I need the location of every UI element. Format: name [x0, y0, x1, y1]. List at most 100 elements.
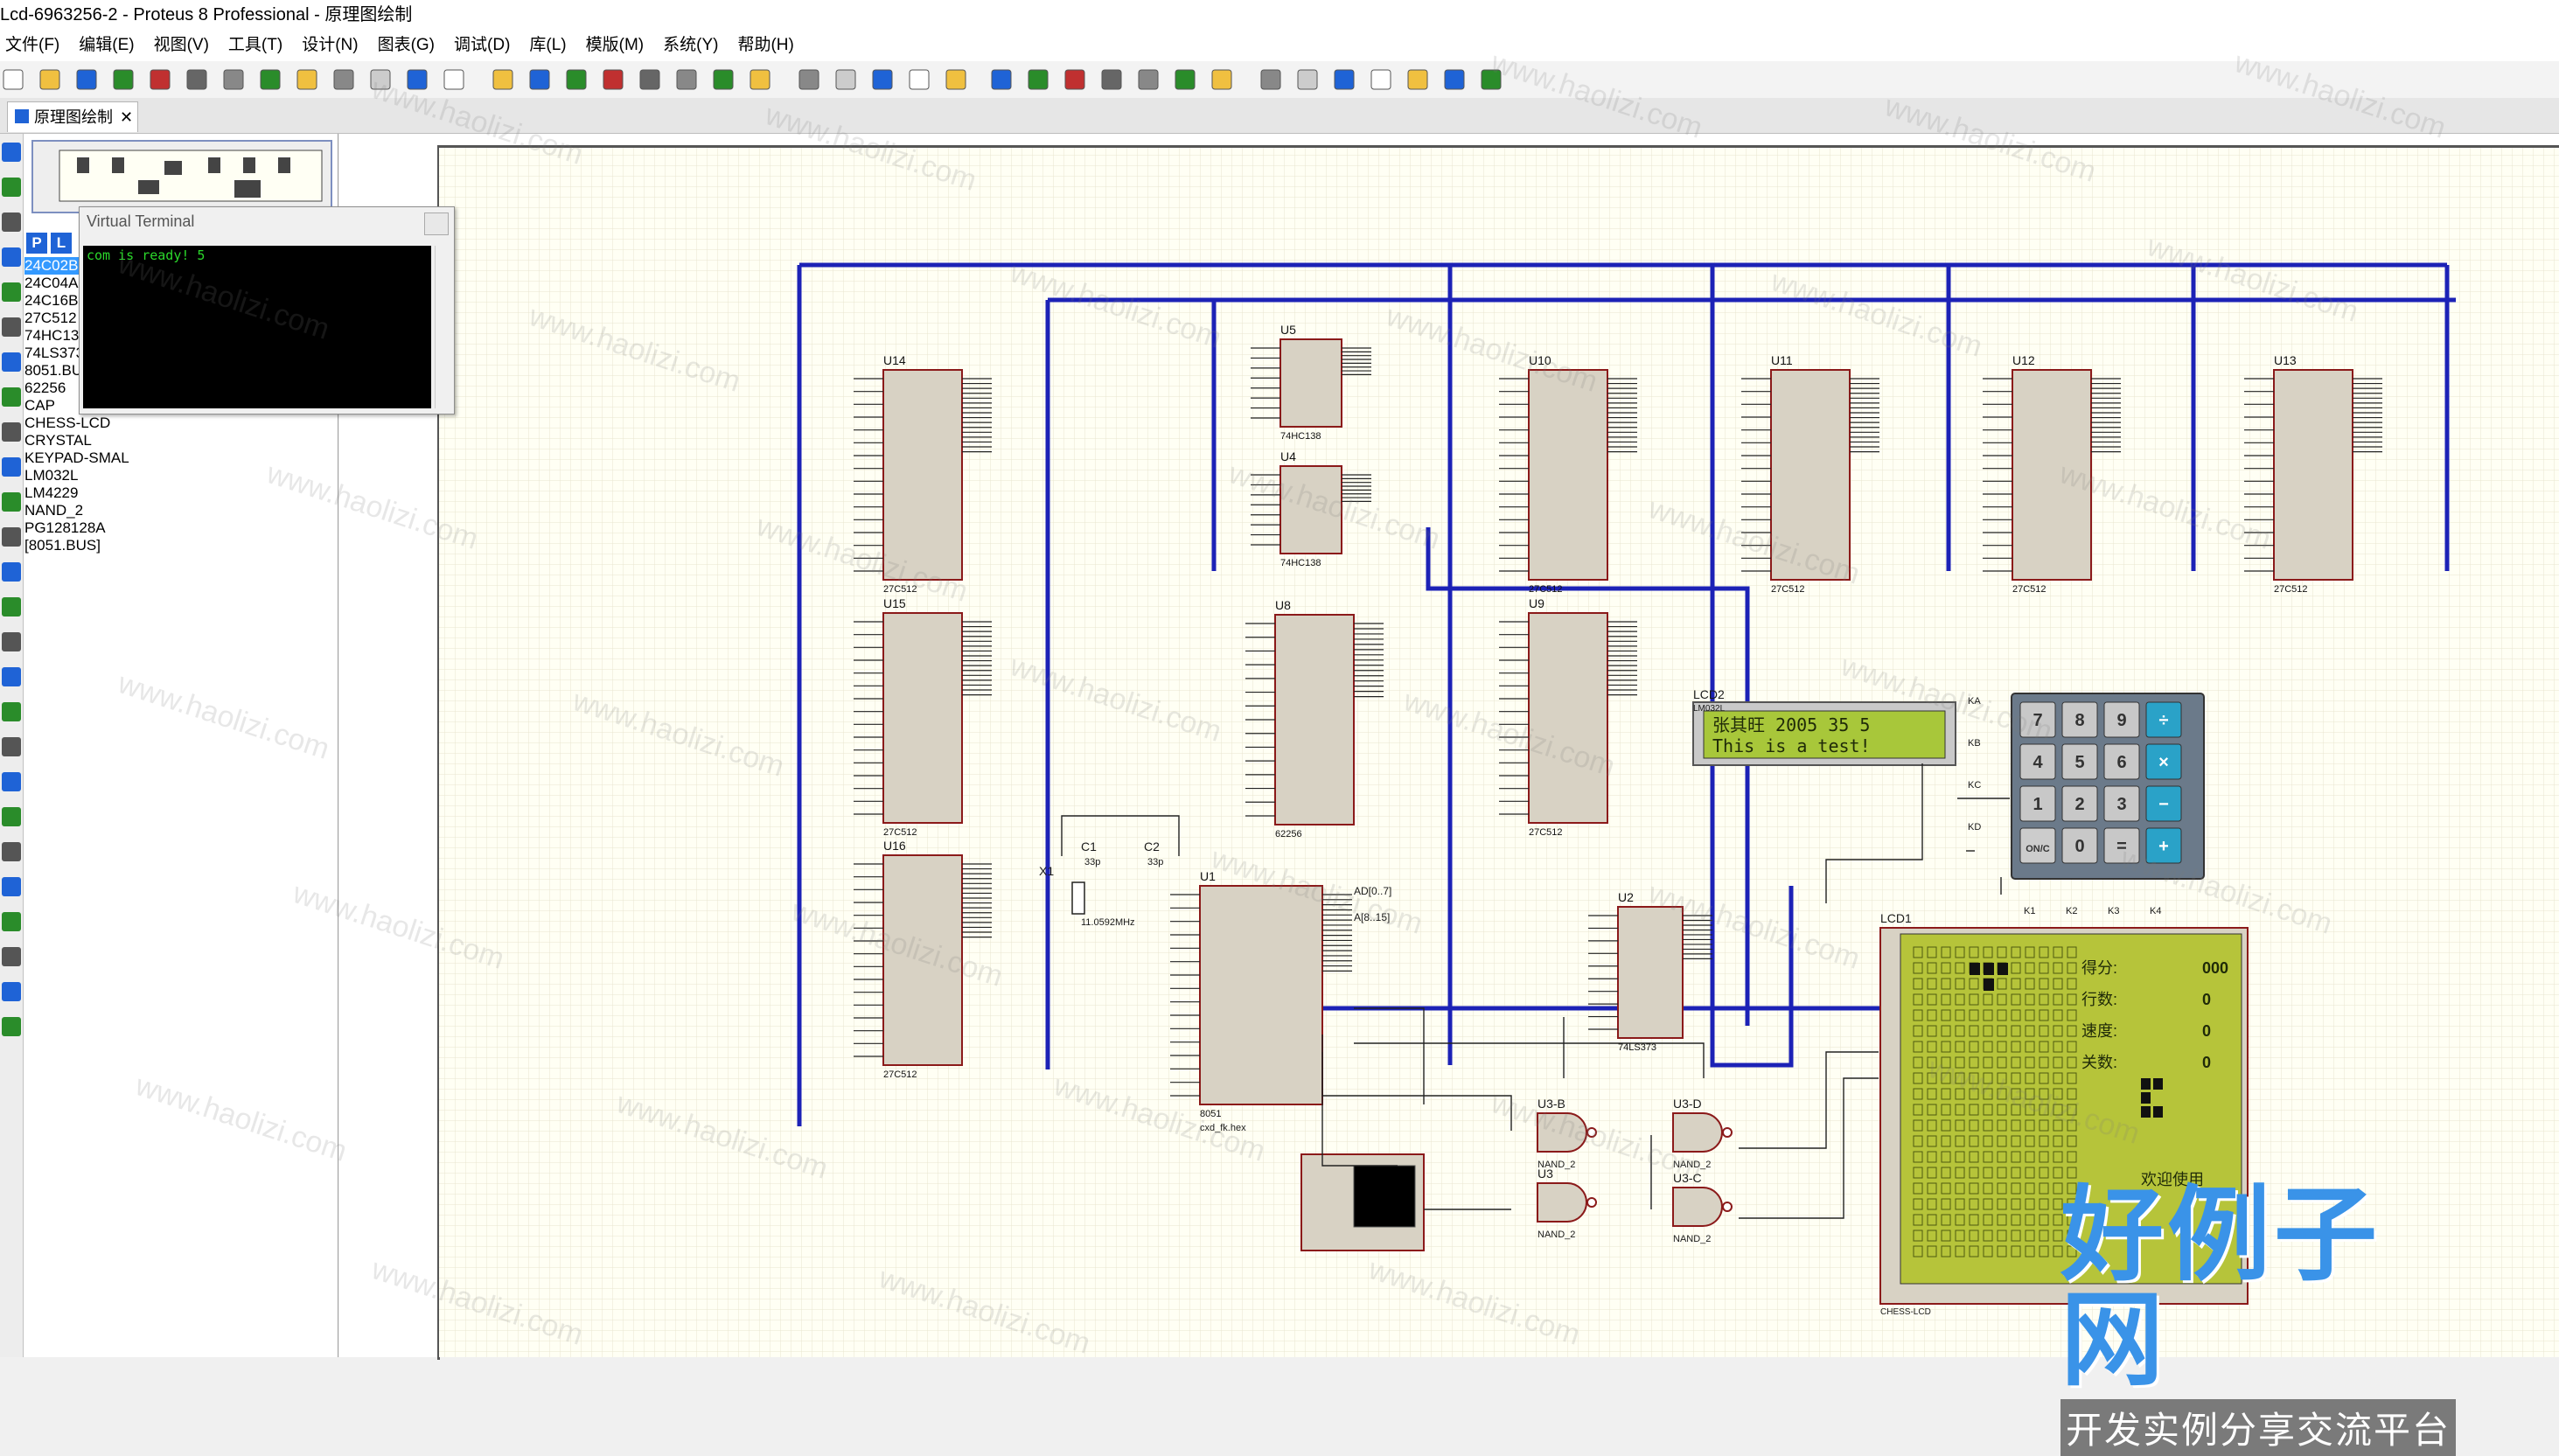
probe-mode-icon[interactable] [2, 562, 21, 582]
cut-icon[interactable] [833, 66, 859, 93]
nand-gate[interactable] [1537, 1112, 1587, 1153]
menu-item-4[interactable]: 设计(N) [296, 30, 363, 61]
schematic-icon[interactable] [184, 66, 210, 93]
pick-icon[interactable] [1098, 66, 1125, 93]
subcircuit-mode-icon[interactable] [2, 352, 21, 372]
remove-sheet-icon[interactable] [1405, 66, 1431, 93]
virtual-terminal-scrollbar[interactable] [435, 246, 451, 408]
copy-icon[interactable] [869, 66, 896, 93]
new-sheet-icon[interactable] [1368, 66, 1394, 93]
gerber-icon[interactable] [331, 66, 357, 93]
device-list-item[interactable]: PG128128A [24, 519, 129, 537]
pin-mode-icon[interactable] [2, 422, 21, 442]
device-list-item[interactable]: [8051.BUS] [24, 537, 129, 554]
virtual-terminal-screen[interactable]: com is ready! 5 [83, 246, 431, 408]
design-explorer-icon[interactable] [1478, 66, 1504, 93]
block-copy-icon[interactable] [943, 66, 969, 93]
nand-gate[interactable] [1537, 1182, 1587, 1223]
mirror-y-icon[interactable] [2, 1017, 21, 1036]
menu-item-1[interactable]: 编辑(E) [73, 30, 139, 61]
property-assign-icon[interactable] [1331, 66, 1357, 93]
selection-mode-icon[interactable] [2, 143, 21, 162]
help-icon[interactable] [404, 66, 430, 93]
menu-item-9[interactable]: 系统(Y) [658, 30, 723, 61]
paste-icon[interactable] [906, 66, 932, 93]
graph-mode-icon[interactable] [2, 457, 21, 477]
zoom-out-icon[interactable] [637, 66, 663, 93]
virtual-terminal-close-button[interactable] [424, 212, 449, 235]
menu-item-0[interactable]: 文件(F) [0, 30, 65, 61]
junction-mode-icon[interactable] [2, 212, 21, 232]
notes-icon[interactable] [367, 66, 394, 93]
text-mode-icon[interactable] [2, 807, 21, 826]
instrument-mode-icon[interactable] [2, 597, 21, 617]
wire-autorouter-icon[interactable] [1258, 66, 1284, 93]
menu-item-2[interactable]: 视图(V) [149, 30, 214, 61]
3d-icon[interactable] [257, 66, 283, 93]
line-mode-icon[interactable] [2, 632, 21, 651]
refresh-icon[interactable] [441, 66, 467, 93]
arc-mode-icon[interactable] [2, 737, 21, 756]
bom-icon[interactable] [294, 66, 320, 93]
device-list-item[interactable]: CRYSTAL [24, 432, 129, 449]
zoom-in-icon[interactable] [600, 66, 626, 93]
device-list-item[interactable]: NAND_2 [24, 502, 129, 519]
device-list-item[interactable]: KEYPAD-SMALLCALC [24, 449, 129, 467]
home-icon[interactable] [147, 66, 173, 93]
device-list-item[interactable]: LM4229 [24, 484, 129, 502]
circle-mode-icon[interactable] [2, 702, 21, 721]
bus-mode-icon[interactable] [2, 317, 21, 337]
generator-mode-icon[interactable] [2, 527, 21, 547]
marker-mode-icon[interactable] [2, 877, 21, 896]
block-rotate-icon[interactable] [1025, 66, 1051, 93]
goto-sheet-icon[interactable] [1441, 66, 1468, 93]
import-icon[interactable] [110, 66, 136, 93]
wire-label-mode-icon[interactable] [2, 247, 21, 267]
search-icon[interactable] [1294, 66, 1321, 93]
virtual-terminal-window[interactable]: Virtual Terminal com is ready! 5 [79, 206, 455, 415]
menu-item-5[interactable]: 图表(G) [373, 30, 440, 61]
overview-window[interactable] [31, 140, 332, 213]
block-delete-icon[interactable] [1062, 66, 1088, 93]
library-button[interactable]: L [51, 233, 72, 254]
device-list-item[interactable]: CHESS-LCD [24, 415, 129, 432]
decompose-icon[interactable] [1209, 66, 1235, 93]
packaging-icon[interactable] [1172, 66, 1198, 93]
device-list-item[interactable]: LM032L [24, 467, 129, 484]
new-file-icon[interactable] [0, 66, 26, 93]
origin-icon[interactable] [526, 66, 553, 93]
pick-devices-button[interactable]: P [26, 233, 47, 254]
nand-gate[interactable] [1672, 1187, 1723, 1227]
pcb-icon[interactable] [220, 66, 247, 93]
menu-item-7[interactable]: 库(L) [524, 30, 571, 61]
rotate-ccw-icon[interactable] [2, 947, 21, 966]
crystal-x1[interactable] [1071, 881, 1085, 915]
tape-recorder-mode-icon[interactable] [2, 492, 21, 512]
menu-item-6[interactable]: 调试(D) [449, 30, 515, 61]
make-device-icon[interactable] [1135, 66, 1161, 93]
nand-gate[interactable] [1672, 1112, 1723, 1153]
menu-item-3[interactable]: 工具(T) [223, 30, 288, 61]
mirror-x-icon[interactable] [2, 982, 21, 1001]
box-mode-icon[interactable] [2, 667, 21, 686]
pan-icon[interactable] [563, 66, 589, 93]
menu-item-8[interactable]: 模版(M) [581, 30, 649, 61]
tab-close-icon[interactable]: ✕ [120, 102, 133, 132]
menu-item-10[interactable]: 帮助(H) [732, 30, 798, 61]
text-script-mode-icon[interactable] [2, 282, 21, 302]
undo-icon[interactable] [747, 66, 773, 93]
save-icon[interactable] [73, 66, 100, 93]
rotate-cw-icon[interactable] [2, 912, 21, 931]
tab-schematic-capture[interactable]: 原理图绘制 ✕ [7, 101, 138, 132]
zoom-area-icon[interactable] [710, 66, 736, 93]
grid-icon[interactable] [490, 66, 516, 93]
terminal-mode-icon[interactable] [2, 387, 21, 407]
gate-bubble [1722, 1202, 1733, 1212]
symbol-mode-icon[interactable] [2, 842, 21, 861]
component-mode-icon[interactable] [2, 178, 21, 197]
redo-icon[interactable] [796, 66, 822, 93]
open-file-icon[interactable] [37, 66, 63, 93]
block-move-icon[interactable] [988, 66, 1015, 93]
path-mode-icon[interactable] [2, 772, 21, 791]
zoom-all-icon[interactable] [673, 66, 700, 93]
